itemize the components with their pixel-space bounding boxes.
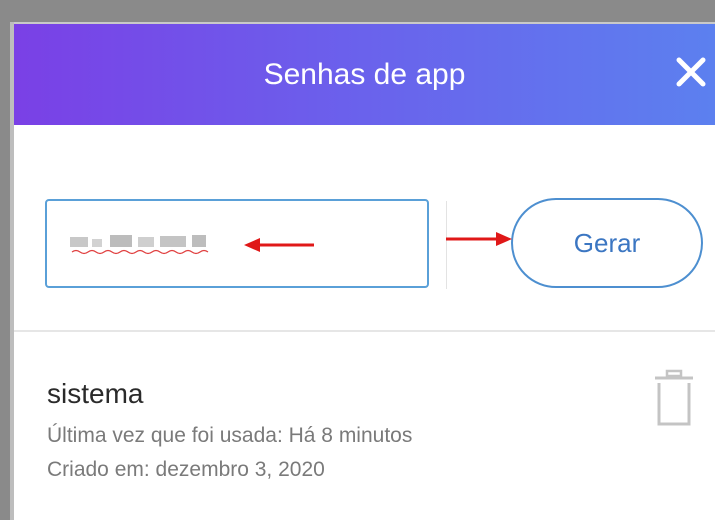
backdrop-left	[0, 0, 10, 520]
dialog-title: Senhas de app	[263, 58, 466, 91]
annotation-arrow-left	[244, 238, 314, 252]
password-name: sistema	[47, 378, 144, 409]
obscured-password-text	[70, 235, 209, 255]
annotation-arrow-right	[446, 232, 512, 246]
created-text: Criado em: dezembro 3, 2020	[47, 458, 325, 481]
section-divider	[14, 330, 715, 332]
last-used-text: Última vez que foi usada: Há 8 minutos	[47, 424, 413, 447]
generate-button[interactable]: Gerar	[511, 198, 703, 288]
dialog-header: Senhas de app	[14, 24, 715, 125]
trash-icon[interactable]	[654, 369, 694, 427]
backdrop-top	[0, 0, 715, 22]
close-icon[interactable]	[671, 52, 711, 92]
app-passwords-dialog: Senhas de app Gerar sistema Última vez q…	[14, 22, 715, 520]
